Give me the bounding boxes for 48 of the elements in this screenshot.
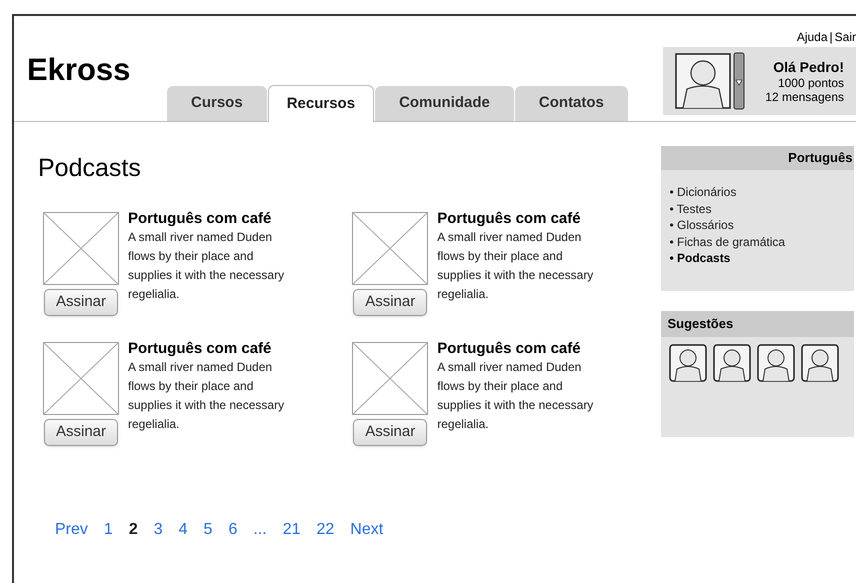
- logo: Ekross: [27, 52, 132, 88]
- page-link[interactable]: 4: [170, 518, 196, 542]
- podcast-description: A small river named Duden flows by their place and supplies it with the necessary regelialia.: [128, 229, 286, 303]
- page-link[interactable]: ...: [245, 518, 275, 542]
- points-count: 1000 pontos: [778, 76, 844, 90]
- page-link[interactable]: 22: [308, 518, 342, 542]
- podcast-title: Português com café: [128, 340, 272, 358]
- avatar-icon[interactable]: [669, 344, 708, 382]
- podcast-title: Português com café: [437, 210, 582, 228]
- separator: |: [830, 29, 833, 44]
- top-link[interactable]: Sair: [834, 28, 856, 44]
- top-link[interactable]: Ajuda: [796, 28, 828, 44]
- sidebar-link[interactable]: • Testes: [669, 200, 712, 217]
- page-link[interactable]: 3: [146, 518, 171, 542]
- subscribe-button[interactable]: Assinar: [353, 289, 428, 316]
- sidebar-link[interactable]: • Glossários: [669, 217, 734, 234]
- page-link[interactable]: 5: [196, 518, 220, 542]
- subscribe-button[interactable]: Assinar: [353, 419, 428, 446]
- page-link[interactable]: 2: [120, 518, 146, 542]
- page-link[interactable]: 6: [220, 518, 246, 542]
- podcast-description: A small river named Duden flows by their place and supplies it with the necessary regelialia.: [437, 359, 594, 433]
- nav-tab[interactable]: Contatos: [514, 86, 628, 121]
- page-link[interactable]: 1: [96, 518, 121, 542]
- nav-tab[interactable]: Comunidade: [375, 86, 514, 121]
- page-link[interactable]: Next: [342, 518, 392, 542]
- podcast-title: Português com café: [128, 210, 272, 228]
- subscribe-button[interactable]: Assinar: [44, 419, 118, 446]
- sidebar-link[interactable]: • Dicionários: [669, 184, 736, 200]
- dropdown-icon[interactable]: [733, 52, 745, 110]
- page-title: Podcasts: [38, 153, 142, 184]
- avatar-icon: [675, 53, 731, 109]
- greeting: Olá Pedro!: [773, 58, 844, 76]
- sidebar-link[interactable]: • Fichas de gramática: [669, 234, 786, 250]
- nav-tab[interactable]: Recursos: [268, 85, 374, 122]
- subscribe-button[interactable]: Assinar: [44, 289, 118, 316]
- podcast-title: Português com café: [437, 340, 582, 358]
- sidebar-link[interactable]: • Podcasts: [669, 250, 730, 266]
- avatar-icon[interactable]: [713, 344, 752, 382]
- panel-header: Português: [661, 146, 854, 170]
- page-link[interactable]: 21: [274, 518, 308, 542]
- avatar-icon[interactable]: [801, 344, 840, 382]
- podcast-description: A small river named Duden flows by their place and supplies it with the necessary regelialia.: [128, 359, 286, 433]
- avatar-icon[interactable]: [757, 344, 796, 382]
- messages-count: 12 mensagens: [765, 90, 844, 104]
- panel-header: Sugestões: [661, 311, 854, 337]
- podcast-description: A small river named Duden flows by their place and supplies it with the necessary regelialia.: [437, 229, 594, 303]
- nav-tab[interactable]: Cursos: [167, 86, 267, 121]
- page-link[interactable]: Prev: [47, 518, 96, 542]
